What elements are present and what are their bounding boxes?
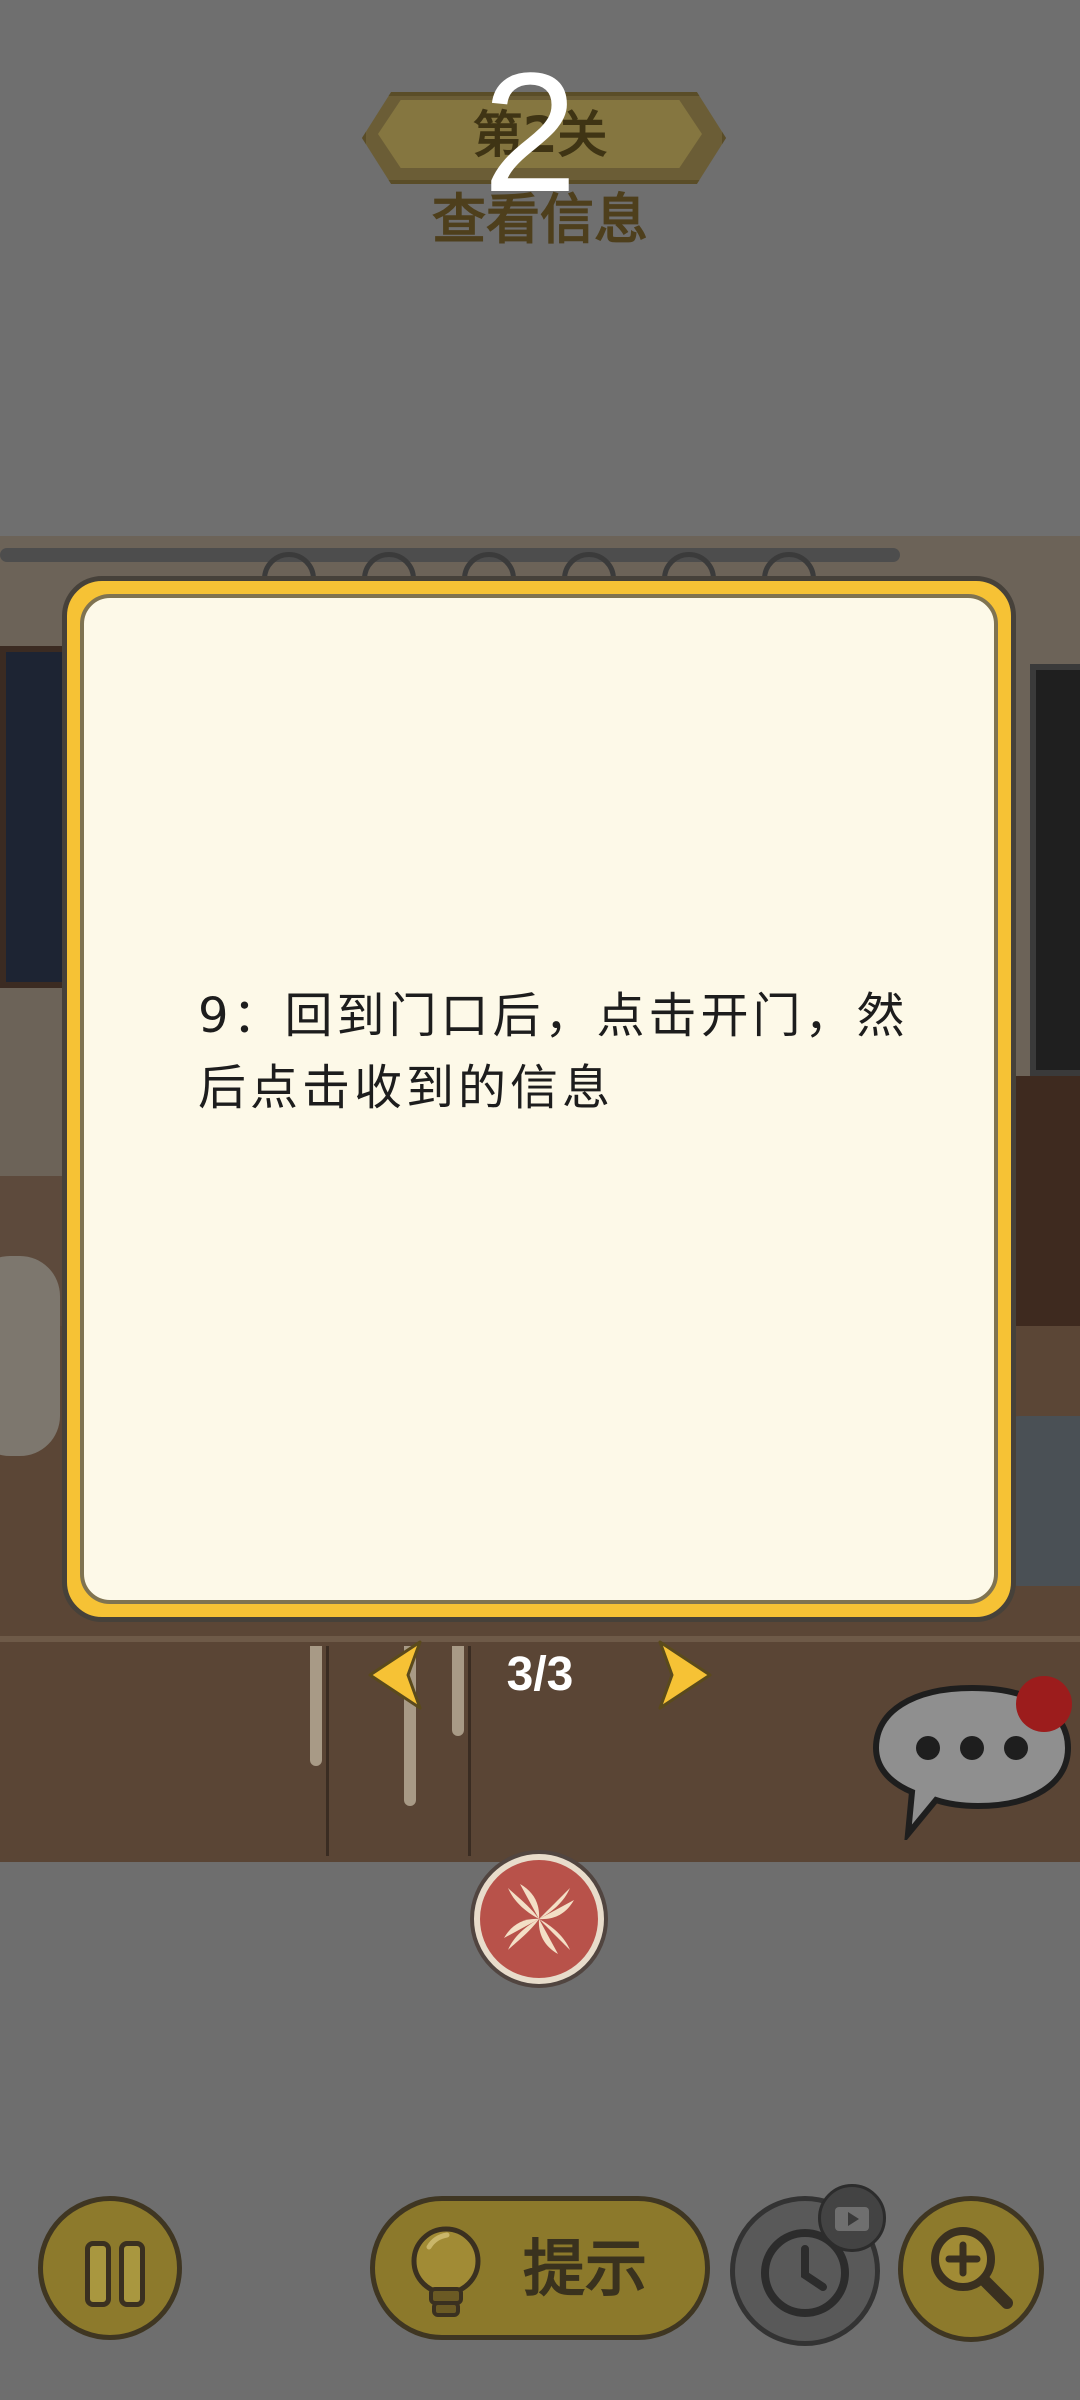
zoom-button[interactable] <box>898 2196 1044 2342</box>
cabinet-divider <box>326 1646 329 1856</box>
hint-dialog-text: 9：回到门口后，点击开门，然后点击收到的信息 <box>198 988 909 1116</box>
chevron-right-icon <box>658 1640 712 1710</box>
next-page-button[interactable] <box>652 1640 716 1710</box>
scene-drip <box>452 1646 464 1736</box>
zoom-in-icon <box>931 2227 1013 2309</box>
prev-page-button[interactable] <box>364 1640 428 1710</box>
level-name: 查看信息 <box>432 188 648 251</box>
chevron-left-icon <box>368 1640 422 1710</box>
notification-dot <box>1016 1676 1072 1732</box>
scene-shelf <box>1015 1076 1080 1336</box>
video-badge <box>818 2184 886 2252</box>
pause-button[interactable] <box>38 2196 182 2340</box>
scene-tv <box>1030 664 1080 1076</box>
lightbulb-icon <box>411 2226 481 2317</box>
close-button[interactable] <box>474 1854 604 1984</box>
page-indicator: 3/3 <box>506 1648 574 1701</box>
curtain-rail <box>0 548 900 562</box>
video-icon <box>835 2207 869 2231</box>
scene-drip <box>310 1646 322 1766</box>
hint-button[interactable]: 提示 <box>370 2196 710 2340</box>
close-icon <box>504 1884 574 1954</box>
scene-sofa <box>0 1256 60 1456</box>
hint-label: 提示 <box>522 2232 647 2305</box>
